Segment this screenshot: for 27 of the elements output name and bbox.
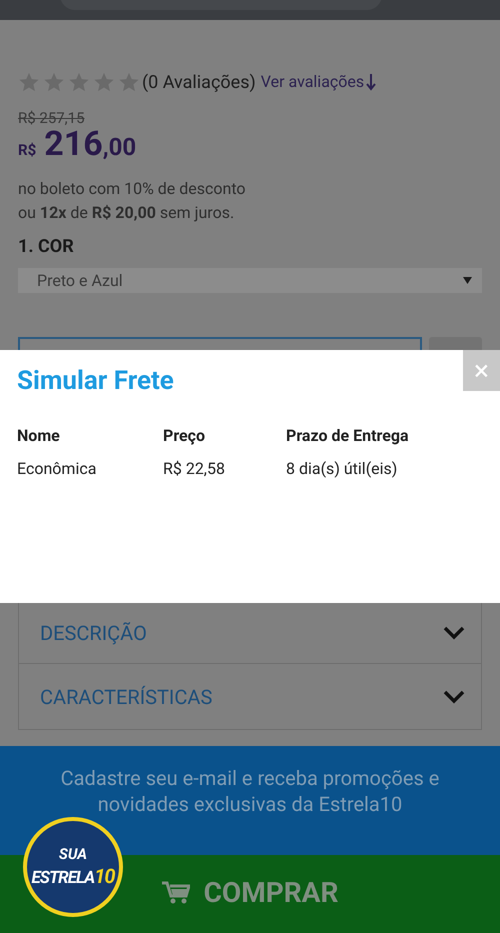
column-header: Preço xyxy=(163,426,206,446)
chevron-icon xyxy=(443,690,465,704)
table-cell: Econômica xyxy=(17,459,96,479)
cart-icon xyxy=(162,881,190,905)
color-select[interactable]: Preto e Azul xyxy=(18,268,482,293)
caret-icon xyxy=(463,277,472,284)
old-price: R$ 257,15 xyxy=(18,109,84,127)
newsletter-text: Cadastre seu e-mail e receba promoções e novidades exclusivas da Estrela10 xyxy=(60,765,440,817)
table-cell: 8 dia(s) útil(eis) xyxy=(286,459,398,479)
close-button[interactable]: × xyxy=(463,350,500,391)
accordion-header[interactable]: DESCRIÇÃO xyxy=(19,603,481,663)
option-title: 1. COR xyxy=(18,235,74,259)
badge-text: ESTRELA10 xyxy=(32,866,114,887)
badge-text: SUA xyxy=(58,847,88,862)
table-cell: R$ 22,58 xyxy=(163,459,225,479)
installments-note: ou 12x de R$ 20,00 sem juros. xyxy=(18,202,234,224)
accordion-header[interactable]: CARACTERÍSTICAS xyxy=(19,663,481,729)
column-header: Nome xyxy=(17,426,60,446)
buy-button[interactable]: COMPRAR xyxy=(162,872,338,914)
review-count: (0 Avaliações) xyxy=(142,70,256,94)
column-header: Prazo de Entrega xyxy=(286,426,409,446)
modal-title: Simular Frete xyxy=(17,365,174,397)
chevron-icon xyxy=(443,626,465,640)
reviews-link[interactable]: Ver avaliações xyxy=(260,70,376,94)
down-arrow-icon xyxy=(366,73,376,91)
price: R$ 216,00 xyxy=(18,127,136,166)
boleto-note: no boleto com 10% de desconto xyxy=(18,178,246,200)
